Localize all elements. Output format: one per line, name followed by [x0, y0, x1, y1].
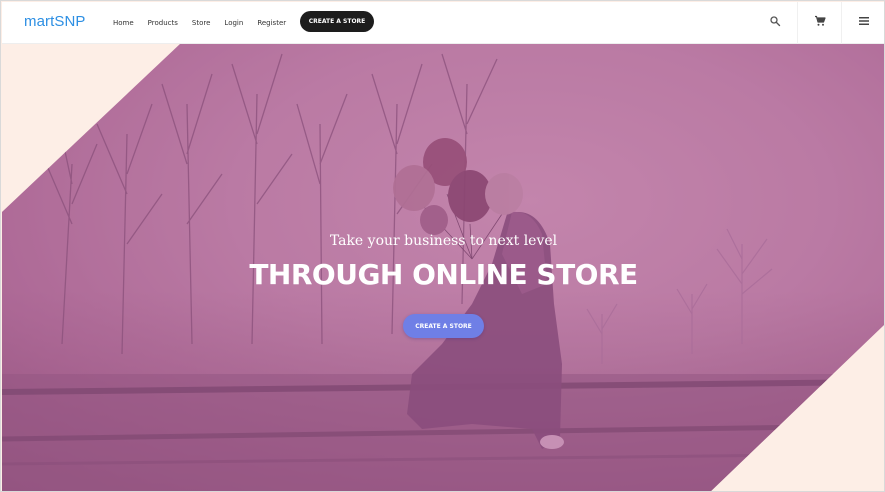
hero-create-store-button[interactable]: CREATE A STORE: [403, 314, 484, 338]
hero-subtitle: Take your business to next level: [329, 233, 558, 249]
nav-link-login[interactable]: Login: [224, 19, 243, 27]
page-frame: martSNP Home Products Store Login Regist…: [0, 0, 885, 492]
nav-link-products[interactable]: Products: [148, 19, 178, 27]
nav-links: Home Products Store Login Register: [113, 2, 300, 44]
navbar: martSNP Home Products Store Login Regist…: [2, 2, 884, 44]
hero-section: Take your business to next level THROUGH…: [2, 44, 884, 491]
search-button[interactable]: [753, 2, 797, 44]
menu-icon: [858, 14, 870, 32]
cart-button[interactable]: [797, 2, 841, 44]
nav-link-home[interactable]: Home: [113, 19, 134, 27]
search-icon: [769, 14, 781, 32]
cart-icon: [814, 14, 826, 32]
menu-button[interactable]: [841, 2, 884, 44]
nav-link-store[interactable]: Store: [192, 19, 211, 27]
nav-create-store-button[interactable]: CREATE A STORE: [300, 11, 374, 32]
nav-icon-group: [753, 2, 884, 44]
brand-logo[interactable]: martSNP: [24, 13, 86, 30]
nav-link-register[interactable]: Register: [257, 19, 286, 27]
hero-title: THROUGH ONLINE STORE: [249, 258, 638, 291]
